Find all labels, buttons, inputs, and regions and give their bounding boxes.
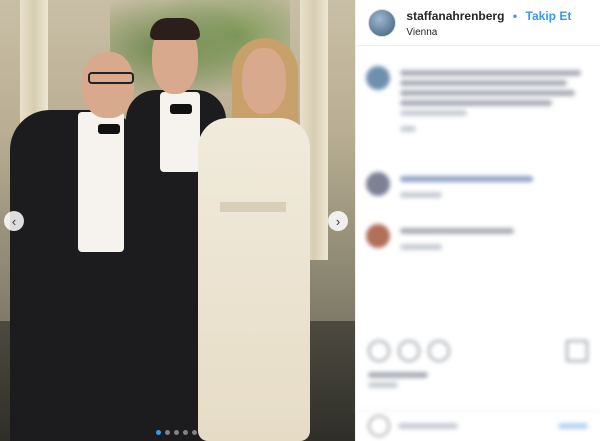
username-link[interactable]: staffanahrenberg [406, 9, 504, 23]
carousel-dot [183, 430, 188, 435]
chevron-right-icon: › [335, 213, 341, 229]
avatar [366, 66, 391, 90]
comment-body [400, 172, 590, 202]
chevron-left-icon: ‹ [11, 213, 17, 229]
location-link[interactable]: Vienna [406, 27, 571, 38]
person-right-dress [198, 118, 310, 441]
likes-count [368, 368, 429, 392]
person-left-face [82, 52, 134, 118]
bowtie-icon [98, 124, 120, 134]
comment-item [366, 172, 590, 202]
emoji-icon[interactable] [368, 415, 391, 437]
instagram-post: ‹ › staffanahrenberg • Takip Et Vienna [0, 0, 600, 441]
post-header: staffanahrenberg • Takip Et Vienna [356, 0, 600, 46]
carousel-prev-button[interactable]: ‹ [4, 211, 24, 231]
caption-body [400, 66, 590, 136]
person-right-face [242, 48, 286, 114]
post-button[interactable] [558, 423, 588, 429]
carousel-dot [156, 430, 161, 435]
person-middle-hair [150, 18, 200, 40]
follow-button[interactable]: Takip Et [526, 9, 572, 23]
avatar [366, 172, 391, 196]
header-text: staffanahrenberg • Takip Et Vienna [406, 7, 571, 38]
avatar [366, 224, 391, 248]
comment-icon[interactable] [398, 340, 421, 362]
comment-input[interactable] [398, 423, 459, 429]
separator: • [512, 9, 518, 23]
glasses-icon [88, 72, 134, 84]
heart-icon[interactable] [368, 340, 391, 362]
comment-item [366, 224, 590, 254]
carousel-dot [165, 430, 170, 435]
carousel-next-button[interactable]: › [328, 211, 348, 231]
bookmark-icon[interactable] [566, 340, 588, 362]
dress-belt [220, 202, 286, 212]
share-icon[interactable] [428, 340, 451, 362]
comment-form [356, 410, 600, 441]
post-actions [368, 340, 588, 362]
carousel-indicator [156, 430, 197, 435]
comment-body [400, 224, 590, 254]
post-photo[interactable]: ‹ › [0, 0, 356, 441]
avatar[interactable] [368, 8, 397, 37]
post-sidebar: staffanahrenberg • Takip Et Vienna [355, 0, 600, 441]
carousel-dot [192, 430, 197, 435]
caption [366, 66, 590, 136]
bowtie-icon [170, 104, 192, 114]
carousel-dot [174, 430, 179, 435]
